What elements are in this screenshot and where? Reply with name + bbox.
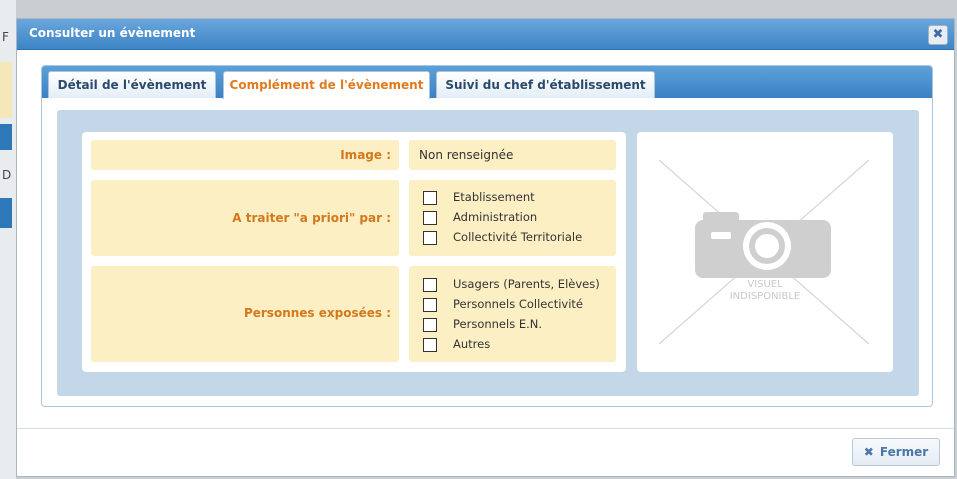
checkbox[interactable] [423,338,437,352]
background-block [0,62,12,118]
camera-unavailable-icon: VISUEL INDISPONIBLE [658,159,870,345]
personnes-exposees-options: Usagers (Parents, Elèves) Personnels Col… [409,266,616,362]
personnes-exposees-label-cell: Personnes exposées : [91,266,399,362]
checkbox-label: Personnels Collectivité [453,297,583,311]
form-area: Image : Non renseignée A traiter "a prio… [82,132,626,372]
personnes-exposees-label: Personnes exposées : [243,306,391,320]
checkbox-label: Collectivité Territoriale [453,230,583,244]
a-traiter-options: Etablissement Administration Collectivit… [409,180,616,256]
tab-panel: Image : Non renseignée A traiter "a prio… [57,110,919,396]
checkbox[interactable] [423,318,437,332]
a-traiter-label: A traiter "a priori" par : [232,211,391,225]
tab-detail-evenement[interactable]: Détail de l'évènement [48,71,216,98]
checkbox[interactable] [423,231,437,245]
background-page: F D [0,0,16,479]
checkbox-label: Personnels E.N. [453,317,543,331]
event-dialog: Consulter un évènement ✖ Détail de l'évè… [16,18,955,477]
checkbox[interactable] [423,298,437,312]
background-text: F [2,30,9,44]
fermer-button[interactable]: ✖ Fermer [852,438,940,466]
checkbox-label: Administration [453,210,538,224]
image-value: Non renseignée [419,148,514,162]
checkbox[interactable] [423,211,437,225]
image-label: Image : [340,148,391,162]
image-value-cell: Non renseignée [409,140,616,170]
fermer-label: Fermer [879,445,929,459]
background-text: D [2,168,12,182]
background-block [0,124,12,150]
image-label-cell: Image : [91,140,399,170]
tab-complement-evenement[interactable]: Complément de l'évènement [223,71,430,99]
image-placeholder: VISUEL INDISPONIBLE [637,132,893,372]
checkbox-label: Autres [453,337,491,351]
placeholder-line-2: INDISPONIBLE [730,291,801,302]
checkbox-label: Usagers (Parents, Elèves) [453,277,600,291]
close-icon: ✖ [863,445,874,459]
checkbox[interactable] [423,191,437,205]
tabs-bar: Détail de l'évènement Complément de l'év… [42,66,932,99]
tab-suivi-chef-etablissement[interactable]: Suivi du chef d'établissement [436,71,655,98]
footer-divider [17,428,954,429]
background-block [0,198,12,228]
a-traiter-label-cell: A traiter "a priori" par : [91,180,399,256]
checkbox-label: Etablissement [453,190,535,204]
dialog-title: Consulter un évènement [29,26,196,40]
checkbox[interactable] [423,278,437,292]
tabs-container: Détail de l'évènement Complément de l'év… [41,65,933,407]
placeholder-line-1: VISUEL [747,279,783,290]
dialog-titlebar: Consulter un évènement ✖ [17,19,954,50]
close-icon[interactable]: ✖ [928,25,948,45]
